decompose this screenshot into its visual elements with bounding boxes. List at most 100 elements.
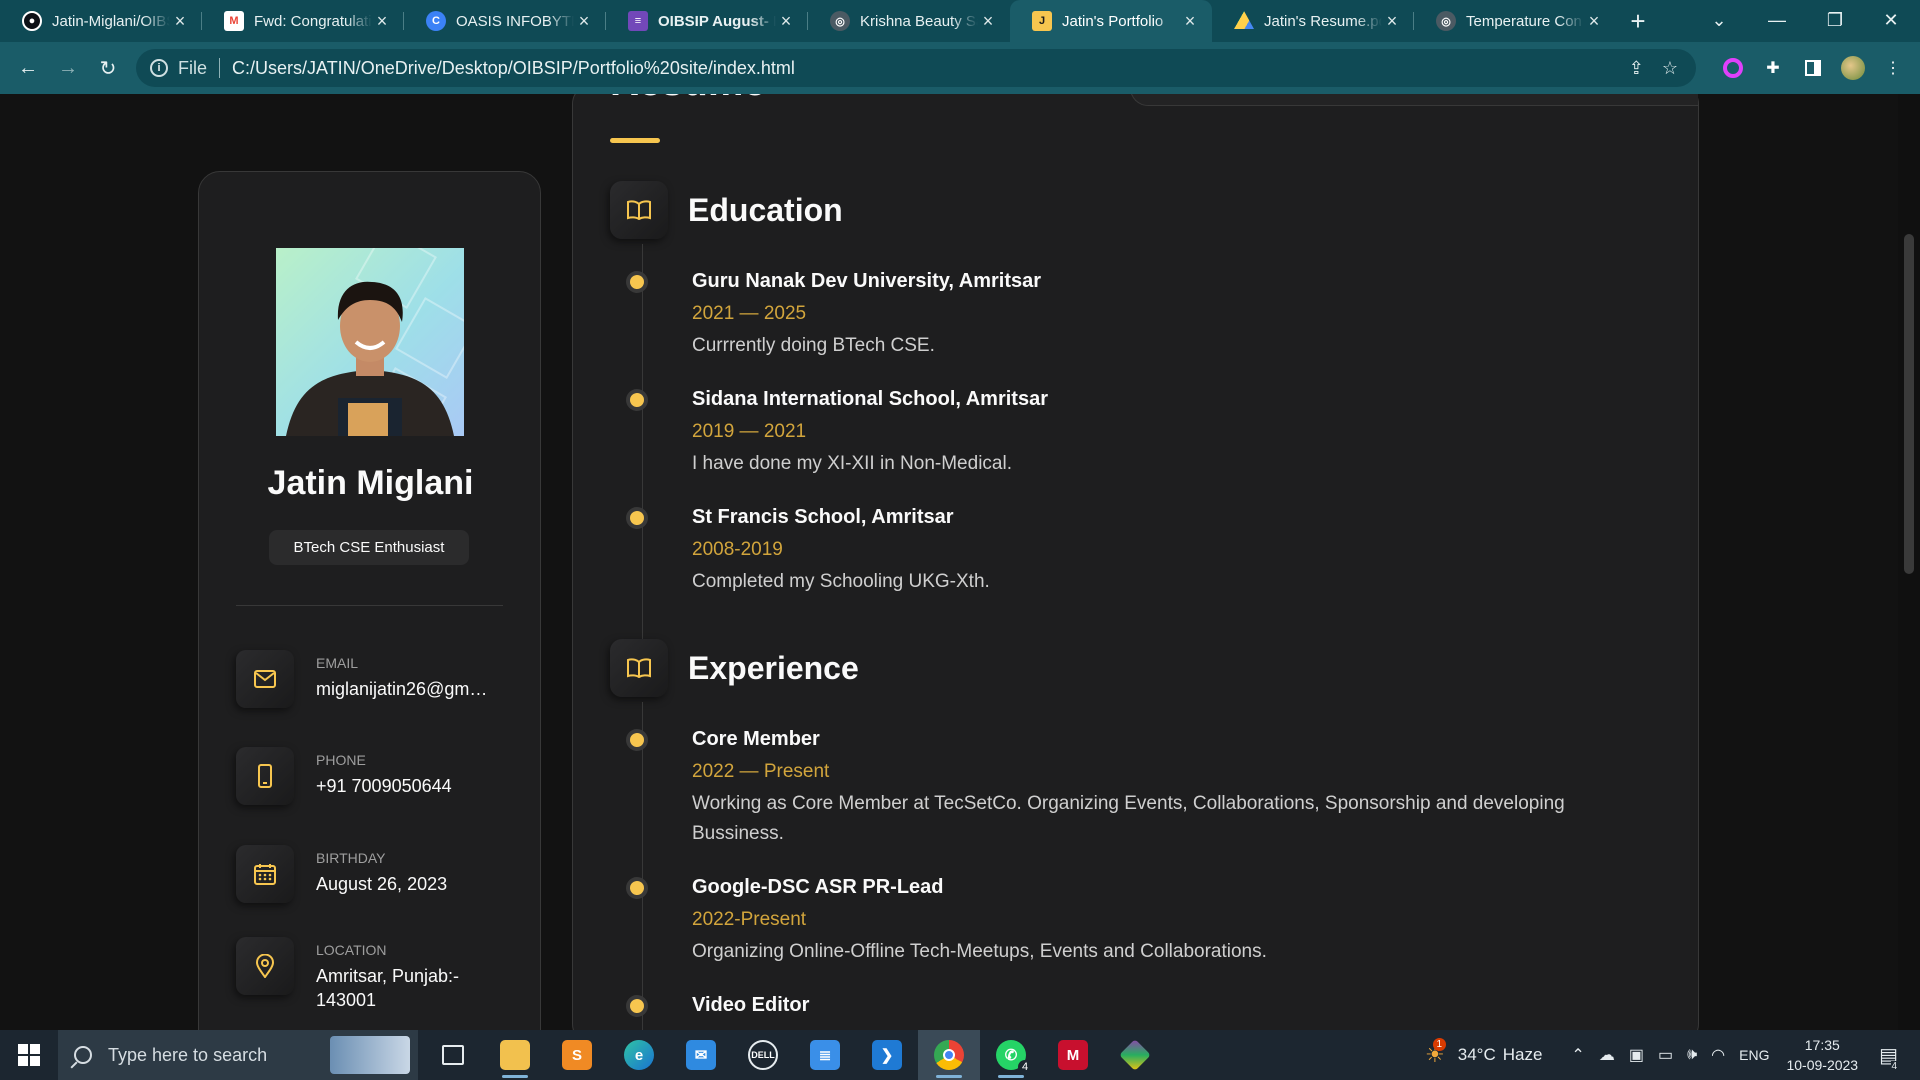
tab-forms[interactable]: ≡ OIBSIP August- P × [606,0,808,42]
phone-icon [236,747,294,805]
mail-app-icon[interactable]: ✉ [670,1030,732,1080]
experience-item: Google-DSC ASR PR-Lead 2022-Present Orga… [630,876,1592,967]
battery-icon[interactable]: ▭ [1658,1045,1673,1065]
forward-icon[interactable]: → [48,48,88,88]
education-header: Education [610,181,843,239]
back-icon[interactable]: ← [8,48,48,88]
tab-oasis[interactable]: C OASIS INFOBYTE × [404,0,606,42]
bookmark-star-icon[interactable]: ☆ [1662,58,1678,79]
person-illustration [286,281,454,436]
volume-icon[interactable]: 🕪 [1687,1046,1697,1064]
tab-title: Jatin's Portfolio [1062,12,1164,30]
calendar-icon [236,845,294,903]
item-date: 2022 — Present [692,761,830,782]
tab-strip: ● Jatin-Miglani/OIBSIP × M Fwd: Congratu… [0,0,1920,42]
extensions-icon[interactable]: ✚ [1760,55,1786,81]
new-tab-button[interactable]: + [1616,0,1660,42]
sublime-text-icon[interactable]: S [546,1030,608,1080]
timeline-dot [630,511,644,525]
language-indicator[interactable]: ENG [1739,1047,1769,1063]
separator [236,605,503,606]
item-description: I have done my XI-XII in Non-Medical. [692,453,1012,474]
location-icon [236,937,294,995]
notification-count: 4 [1891,1060,1897,1072]
weather-icon[interactable]: ☀ 1 [1425,1038,1446,1068]
weather-temp[interactable]: 34°C [1458,1045,1496,1065]
chevron-up-icon[interactable]: ⌃ [1571,1045,1584,1065]
share-icon[interactable]: ⇪ [1629,58,1644,79]
timeline-dot [630,881,644,895]
clock-time: 17:35 [1804,1037,1840,1053]
menu-icon[interactable]: ⋮ [1880,55,1906,81]
section-title: Experience [688,649,859,686]
timeline-dot [630,393,644,407]
tab-temperature[interactable]: ◎ Temperature Con × [1414,0,1616,42]
toolbar: ← → ↻ i File C:/Users/JATIN/OneDrive/Des… [0,42,1920,94]
book-icon [610,181,668,239]
email-link[interactable]: miglanijatin26@gm… [316,677,516,701]
profile-avatar[interactable] [1840,55,1866,81]
item-description: Organizing Online-Offline Tech-Meetups, … [692,941,1267,962]
restore-icon[interactable]: ❐ [1806,0,1864,40]
page-title: Resume [610,94,766,105]
scrollbar-thumb[interactable] [1904,234,1914,574]
notes-app-icon[interactable]: ≣ [794,1030,856,1080]
close-tab-icon[interactable]: × [372,11,392,32]
divider [219,58,221,78]
item-title: Guru Nanak Dev University, Amritsar [692,270,1042,292]
globe-icon: ◎ [1436,11,1456,31]
vscode-icon[interactable]: ❯ [856,1030,918,1080]
task-view-icon[interactable] [422,1030,484,1080]
item-title: Sidana International School, Amritsar [692,388,1048,410]
close-tab-icon[interactable]: × [1382,11,1402,32]
notification-center-icon[interactable]: ▤ 4 [1879,1043,1898,1072]
side-panel-icon[interactable] [1800,55,1826,81]
profile-name: Jatin Miglani [267,464,474,502]
close-tab-icon[interactable]: × [978,11,998,32]
close-tab-icon[interactable]: × [1584,11,1604,32]
reload-icon[interactable]: ↻ [88,48,128,88]
file-explorer-icon[interactable] [484,1030,546,1080]
snip-tool-icon[interactable] [1104,1030,1166,1080]
close-tab-icon[interactable]: × [170,11,190,32]
tab-search-icon[interactable]: ⌄ [1690,0,1748,40]
mcafee-icon[interactable]: M [1042,1030,1104,1080]
system-tray: ☀ 1 34°C Haze ⌃ ☁ ▣ ▭ 🕪 ◠ ENG 17:35 10-09… [1418,1030,1920,1080]
dell-icon[interactable]: DELL [732,1030,794,1080]
taskbar-search-box[interactable]: Type here to search [58,1030,418,1080]
item-title: Core Member [692,728,820,750]
drive-icon [1234,11,1254,29]
search-icon [74,1046,92,1064]
device-icon[interactable]: ▣ [1629,1045,1644,1065]
close-window-icon[interactable]: ✕ [1862,0,1920,40]
onedrive-icon[interactable]: ☁ [1599,1045,1615,1065]
phone-link[interactable]: +91 7009050644 [316,774,516,798]
close-tab-icon[interactable]: × [574,11,594,32]
close-tab-icon[interactable]: × [1180,11,1200,32]
tab-resume-pdf[interactable]: Jatin's Resume.pdf × [1212,0,1414,42]
page-scrollbar[interactable] [1898,94,1920,1030]
tab-gmail[interactable]: M Fwd: Congratulations × [202,0,404,42]
color-picker-extension-icon[interactable] [1720,55,1746,81]
info-icon[interactable]: i [150,59,168,77]
minimize-icon[interactable]: — [1748,0,1806,40]
item-description: Currrently doing BTech CSE. [692,335,935,356]
address-bar[interactable]: i File C:/Users/JATIN/OneDrive/Desktop/O… [136,49,1696,87]
chrome-icon[interactable] [918,1030,980,1080]
wifi-icon[interactable]: ◠ [1711,1045,1725,1065]
taskbar-clock[interactable]: 17:35 10-09-2023 [1786,1035,1858,1075]
windows-taskbar: Type here to search S e ✉ DELL ≣ ❯ ✆ 4 M… [0,1030,1920,1080]
url-text[interactable]: C:/Users/JATIN/OneDrive/Desktop/OIBSIP/P… [232,58,795,79]
education-item: St Francis School, Amritsar 2008-2019 Co… [630,506,1592,597]
weather-condition[interactable]: Haze [1503,1045,1543,1065]
timeline-dot [630,733,644,747]
tab-portfolio[interactable]: J Jatin's Portfolio × [1010,0,1212,42]
windows-start-icon[interactable] [0,1030,58,1080]
tab-krishna[interactable]: ◎ Krishna Beauty Sa × [808,0,1010,42]
close-tab-icon[interactable]: × [776,11,796,32]
edge-icon[interactable]: e [608,1030,670,1080]
tab-github[interactable]: ● Jatin-Miglani/OIBSIP × [0,0,202,42]
github-icon: ● [22,11,42,31]
whatsapp-icon[interactable]: ✆ 4 [980,1030,1042,1080]
location-value: Amritsar, Punjab:- 143001 [316,966,460,1010]
